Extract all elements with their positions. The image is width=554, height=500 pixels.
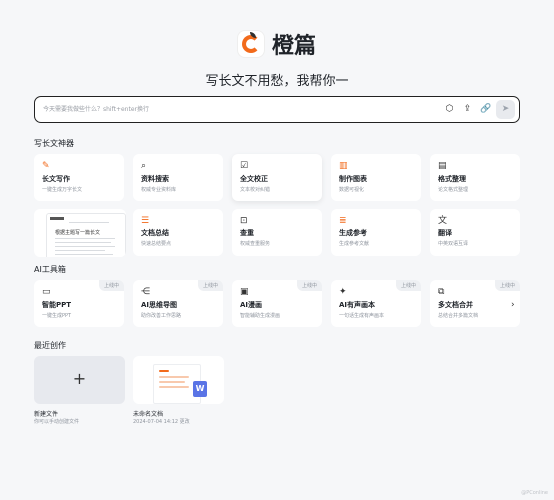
- card-reference[interactable]: ≣ 生成参考 生成参考文献: [331, 209, 421, 256]
- word-doc-icon: W: [193, 381, 207, 397]
- check-doc-icon: ⊡: [240, 216, 248, 226]
- section-title-writing: 写长文神器: [34, 139, 74, 148]
- card-mindmap[interactable]: 上线中 ⋲ AI思维导图 助你改善工作思路: [133, 280, 223, 327]
- card-chart[interactable]: ▥ 制作图表 数据可视化: [331, 154, 421, 201]
- mindmap-icon: ⋲: [141, 287, 150, 297]
- card-plagiarism[interactable]: ⊡ 查重 权威查重服务: [232, 209, 322, 256]
- search-input[interactable]: [43, 101, 423, 118]
- slogan: 写长文不用愁，我帮你一: [205, 74, 349, 89]
- status-badge: 上线中: [395, 280, 421, 291]
- search-box[interactable]: ⬡ ⇪ 🔗 ➤: [34, 96, 520, 123]
- reference-icon: ≣: [339, 216, 347, 226]
- status-badge: 上线中: [98, 280, 124, 291]
- merge-docs-icon: ⧉: [438, 287, 445, 297]
- recent-item-sub: 2024-07-04 14:12 更改: [133, 419, 190, 425]
- card-proofread[interactable]: ☑ 全文校正 文本校对纠错: [232, 154, 322, 201]
- card-translate[interactable]: 文 翻译 中英双语互译: [430, 209, 520, 256]
- card-format[interactable]: ▤ 格式整理 论文格式整理: [430, 154, 520, 201]
- new-file-card[interactable]: +: [34, 356, 125, 404]
- pen-icon: ✎: [42, 161, 50, 171]
- search-icon: ⌕: [141, 161, 147, 171]
- bar-chart-icon: ▥: [339, 161, 348, 171]
- card-summary[interactable]: ☰ 文档总结 快速总结要点: [133, 209, 223, 256]
- header: 橙篇: [0, 28, 554, 60]
- cube-icon[interactable]: ⬡: [444, 104, 455, 115]
- upload-icon[interactable]: ⇪: [462, 104, 473, 115]
- link-icon[interactable]: 🔗: [480, 104, 491, 115]
- card-search[interactable]: ⌕ 资料搜索 权威专业资料库: [133, 154, 223, 201]
- card-smart-ppt[interactable]: 上线中 ▭ 智能PPT 一键生成PPT: [34, 280, 124, 327]
- card-ai-comic[interactable]: 上线中 ▣ AI漫画 智能辅助生成漫画: [232, 280, 322, 327]
- format-icon: ▤: [438, 161, 447, 171]
- chevron-right-icon[interactable]: ›: [511, 300, 515, 310]
- section-title-ai-tools: AI工具箱: [34, 265, 66, 274]
- status-badge: 上线中: [494, 280, 520, 291]
- preview-document: 根据主题写一篇长文: [46, 213, 126, 257]
- status-badge: 上线中: [296, 280, 322, 291]
- card-merge-docs[interactable]: 上线中 ⧉ 多文档合并 总结合并多篇文档: [430, 280, 520, 327]
- recent-item-title: 新建文件: [34, 411, 59, 418]
- recent-item-sub: 你可以手动创建文件: [34, 419, 80, 425]
- section-title-recent: 最近创作: [34, 341, 66, 350]
- brand-logo-icon: [237, 31, 264, 57]
- recent-item-title: 未命名文档: [133, 411, 164, 418]
- summary-icon: ☰: [141, 216, 150, 226]
- watermark: @PConline: [521, 490, 548, 496]
- card-long-writing[interactable]: ✎ 长文写作 一键生成万字长文: [34, 154, 124, 201]
- proofread-icon: ☑: [240, 161, 249, 171]
- image-icon: ▣: [240, 287, 249, 297]
- brand-name: 橙篇: [271, 34, 316, 59]
- long-writing-preview[interactable]: 根据主题写一篇长文: [34, 209, 126, 257]
- plus-icon: +: [72, 369, 87, 388]
- translate-icon: 文: [438, 216, 448, 226]
- sparkle-icon: ✦: [339, 287, 347, 297]
- status-badge: 上线中: [197, 280, 223, 291]
- top-bar: [0, 0, 554, 16]
- card-audio-book[interactable]: 上线中 ✦ AI有声画本 一句话生成有声画本: [331, 280, 421, 327]
- ppt-icon: ▭: [42, 287, 51, 297]
- recent-doc-card[interactable]: W: [133, 356, 224, 404]
- send-button[interactable]: ➤: [496, 100, 515, 119]
